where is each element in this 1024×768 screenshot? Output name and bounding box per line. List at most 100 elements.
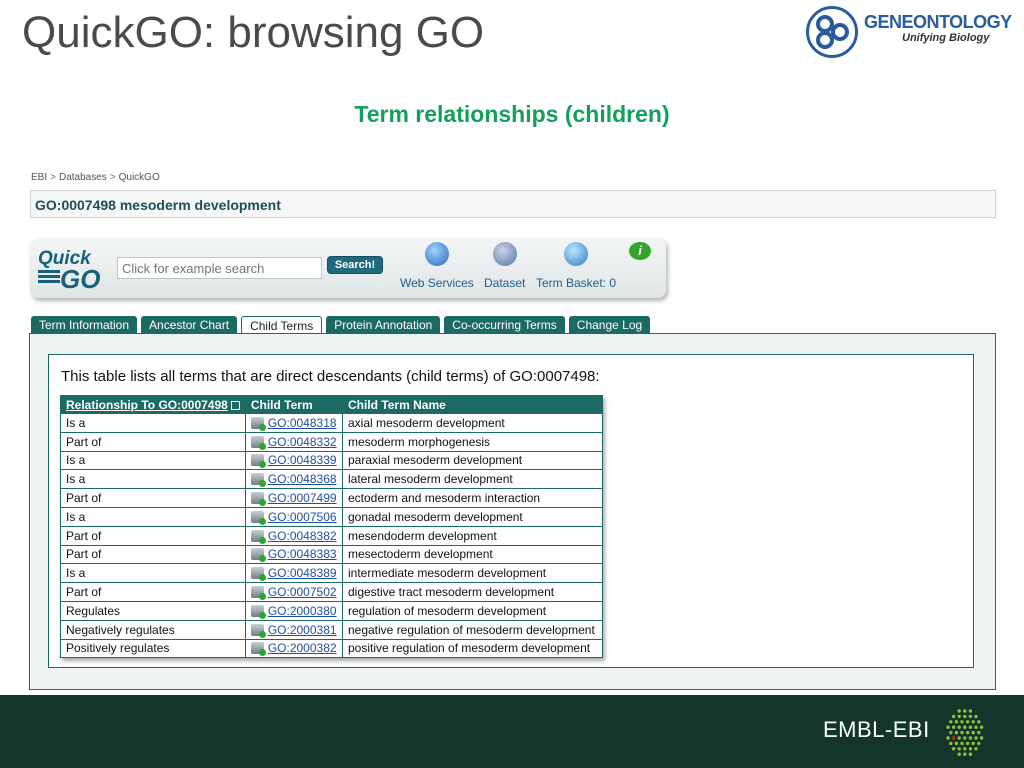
basket-add-icon[interactable] (250, 435, 266, 450)
embl-dot (979, 725, 984, 729)
intro-text: This table lists all terms that are dire… (61, 368, 600, 385)
basket-add-icon[interactable] (250, 548, 266, 563)
embl-dot (960, 741, 964, 746)
go-term-link[interactable]: GO:0048389 (268, 566, 337, 580)
dataset-icon (492, 242, 517, 266)
tab-change-log[interactable]: Change Log (568, 316, 651, 334)
basket-add-icon[interactable] (250, 529, 266, 544)
child-term-name-cell: intermediate mesoderm development (341, 563, 604, 584)
embl-dot (957, 725, 961, 729)
child-term-cell: GO:0048318 (244, 413, 343, 433)
go-term-link[interactable]: GO:0048383 (268, 547, 337, 561)
child-term-name-cell: negative regulation of mesoderm developm… (341, 619, 604, 640)
term-basket-icon (564, 242, 589, 266)
relationship-cell: Part of (60, 525, 246, 546)
breadcrumb-item-databases[interactable]: Databases (59, 172, 107, 183)
embl-dot (968, 709, 973, 713)
relationship-cell: Is a (60, 506, 246, 527)
embl-dot (968, 725, 973, 729)
search-button[interactable]: Search! (327, 256, 383, 274)
relationship-cell: Is a (60, 450, 246, 471)
embl-dot (971, 741, 975, 746)
basket-add-icon[interactable] (250, 642, 266, 657)
slide-title: QuickGO: browsing GO (22, 8, 485, 57)
go-term-link[interactable]: GO:0048368 (268, 472, 337, 486)
child-term-name-cell: paraxial mesoderm development (341, 450, 604, 471)
gene-ontology-logo: GENEONTOLOGY Unifying Biology (806, 4, 1020, 58)
tab-ancestor-chart[interactable]: Ancestor Chart (141, 316, 238, 334)
embl-dot (949, 730, 953, 735)
web-services-link[interactable]: Web Services (400, 242, 474, 290)
table-row: Is a GO:0048389 intermediate mesoderm deve… (60, 563, 604, 584)
child-term-cell: GO:0007502 (244, 582, 343, 602)
child-term-cell: GO:0048389 (244, 563, 343, 584)
go-term-link[interactable]: GO:0007499 (268, 491, 337, 505)
embl-dot (968, 736, 973, 740)
embl-dot (979, 736, 984, 740)
go-term-link[interactable]: GO:2000381 (268, 623, 337, 637)
dataset-link[interactable]: Dataset (484, 242, 525, 290)
breadcrumb-item-quickgo[interactable]: QuickGO (119, 172, 160, 183)
embl-dot (971, 720, 975, 724)
go-term-link[interactable]: GO:0048382 (268, 529, 337, 543)
embl-ebi-label: EMBL-EBI (823, 717, 930, 742)
search-input[interactable] (117, 257, 322, 279)
go-term-link[interactable]: GO:0007502 (268, 585, 337, 599)
basket-add-icon[interactable] (250, 567, 266, 582)
go-term-link[interactable]: GO:0007506 (268, 510, 337, 524)
embl-dot (954, 741, 959, 746)
relationship-cell: Is a (60, 469, 246, 490)
embl-dot (963, 714, 967, 719)
table-row: Is a GO:0007506 gonadal mesoderm developme… (60, 506, 604, 527)
embl-dot (963, 736, 967, 740)
table-row: Regulates GO:2000380 regulation of mesoder… (60, 600, 604, 621)
relationship-cell: Is a (60, 563, 246, 584)
child-term-cell: GO:0048382 (244, 525, 343, 546)
go-term-link[interactable]: GO:2000380 (268, 604, 337, 618)
embl-dot (960, 720, 964, 724)
quickgo-toolbar: Quick GO Search! Web Services Dataset Te… (30, 238, 666, 298)
go-term-link[interactable]: GO:2000382 (268, 641, 337, 655)
breadcrumb: EBI > Databases > QuickGO (31, 172, 160, 183)
relationship-cell: Part of (60, 431, 246, 452)
embl-dot (957, 752, 961, 756)
basket-add-icon[interactable] (250, 416, 266, 431)
info-icon[interactable]: i (629, 242, 651, 260)
basket-add-icon[interactable] (250, 473, 266, 488)
child-term-cell: GO:2000382 (244, 638, 343, 659)
go-term-link[interactable]: GO:0048318 (268, 416, 337, 430)
embl-dot (951, 725, 956, 729)
child-term-cell: GO:0007506 (244, 506, 343, 527)
basket-add-icon[interactable] (250, 586, 266, 601)
embl-dot (971, 730, 975, 735)
table-header-row: Relationship To GO:0007498 Child Term Ch… (60, 395, 604, 414)
embl-dot (951, 714, 956, 719)
child-term-cell: GO:2000380 (244, 600, 343, 621)
relationship-cell: Positively regulates (60, 638, 246, 659)
basket-add-icon[interactable] (250, 492, 266, 507)
go-term-link[interactable]: GO:0048332 (268, 435, 337, 449)
tab-protein-annotation[interactable]: Protein Annotation (326, 316, 441, 334)
basket-add-icon[interactable] (250, 510, 266, 525)
basket-add-icon[interactable] (250, 604, 266, 619)
basket-add-icon[interactable] (250, 454, 266, 469)
embl-dot (963, 752, 967, 756)
embl-dot (951, 736, 956, 740)
breadcrumb-item-ebi[interactable]: EBI (31, 172, 47, 183)
relationship-cell: Part of (60, 544, 246, 565)
basket-add-icon[interactable] (250, 623, 266, 638)
tab-co-occurring-terms[interactable]: Co-occurring Terms (444, 316, 565, 334)
quickgo-logo-icon[interactable]: Quick GO (38, 248, 110, 294)
external-link-icon[interactable] (230, 400, 240, 410)
child-term-name-column-header: Child Term Name (341, 395, 604, 414)
go-term-link[interactable]: GO:0048339 (268, 453, 337, 467)
embl-dot (957, 714, 961, 719)
child-term-cell: GO:0048332 (244, 431, 343, 452)
term-basket-link[interactable]: Term Basket: 0 (536, 242, 616, 290)
relationship-column-header[interactable]: Relationship To GO:0007498 (60, 395, 246, 414)
table-row: Part of GO:0048383 mesectoderm development (60, 544, 604, 565)
embl-dot (960, 730, 964, 735)
tab-term-information[interactable]: Term Information (31, 316, 138, 334)
embl-dot (949, 741, 953, 746)
child-term-cell: GO:0048383 (244, 544, 343, 565)
